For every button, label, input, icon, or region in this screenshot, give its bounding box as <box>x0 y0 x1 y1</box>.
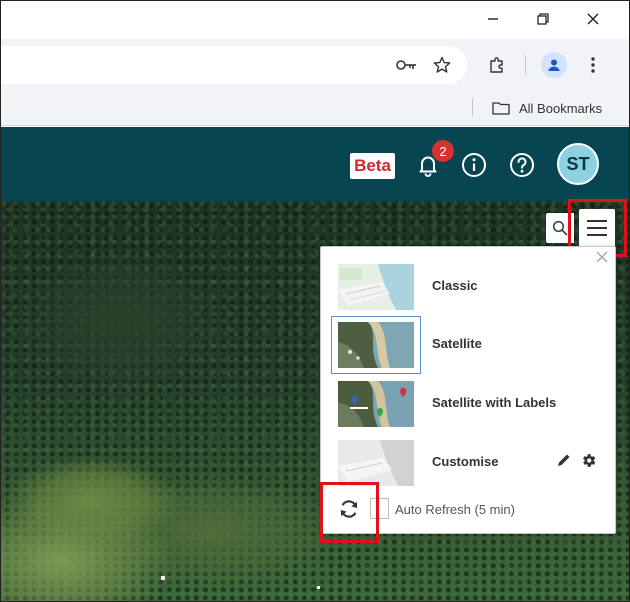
highlight-box-refresh <box>320 482 379 543</box>
beta-badge[interactable]: Beta <box>350 153 395 179</box>
layer-option-satellite[interactable]: Satellite <box>331 316 611 374</box>
help-button[interactable] <box>508 151 536 179</box>
close-window-button[interactable] <box>579 7 607 31</box>
layer-option-classic[interactable]: Classic <box>331 258 611 316</box>
bookmarks-bar: All Bookmarks <box>1 91 629 126</box>
minimize-button[interactable] <box>479 7 507 31</box>
star-icon <box>433 56 451 73</box>
extensions-button[interactable] <box>485 53 509 77</box>
satellite-thumbnail <box>338 322 414 368</box>
all-bookmarks-button[interactable]: All Bookmarks <box>492 96 602 120</box>
bookmark-star-button[interactable] <box>430 53 454 77</box>
pencil-icon <box>558 454 570 466</box>
satellite-label: Satellite <box>432 336 482 351</box>
title-bar <box>1 1 629 39</box>
auto-refresh-label: Auto Refresh (5 min) <box>395 502 515 517</box>
minimize-icon <box>488 18 498 20</box>
layer-option-satellite-labels[interactable]: Satellite with Labels <box>331 375 611 433</box>
key-icon <box>396 60 416 70</box>
search-icon <box>552 220 568 236</box>
close-icon <box>587 13 599 25</box>
all-bookmarks-label: All Bookmarks <box>519 100 603 116</box>
customise-label: Customise <box>432 454 499 469</box>
classic-label: Classic <box>432 278 478 293</box>
customise-thumbnail <box>338 440 414 486</box>
browser-toolbar <box>1 39 629 91</box>
map-feature <box>317 586 320 589</box>
more-icon <box>591 57 595 73</box>
info-icon <box>462 153 486 177</box>
edit-customise-button[interactable] <box>556 452 574 470</box>
profile-icon <box>548 59 560 71</box>
user-avatar[interactable]: ST <box>557 143 599 185</box>
folder-icon <box>492 102 510 115</box>
classic-map-thumbnail <box>338 264 414 310</box>
map-feature <box>161 576 165 580</box>
extensions-icon <box>490 57 503 73</box>
customise-settings-button[interactable] <box>580 452 598 470</box>
info-button[interactable] <box>460 151 488 179</box>
toolbar-divider <box>525 55 526 75</box>
notification-count-badge: 2 <box>432 140 454 162</box>
gear-icon <box>583 454 596 467</box>
browser-window: All Bookmarks Beta 2 ST Classic Satellit… <box>0 0 630 602</box>
bookmarks-divider <box>472 98 473 116</box>
more-menu-button[interactable] <box>583 53 603 77</box>
profile-button[interactable] <box>541 52 567 78</box>
satellite-labels-thumbnail <box>338 381 414 427</box>
help-icon <box>510 153 534 177</box>
password-key-button[interactable] <box>395 54 419 76</box>
restore-button[interactable] <box>529 7 557 31</box>
restore-icon <box>537 13 549 25</box>
satellite-with-labels-label: Satellite with Labels <box>432 395 557 410</box>
